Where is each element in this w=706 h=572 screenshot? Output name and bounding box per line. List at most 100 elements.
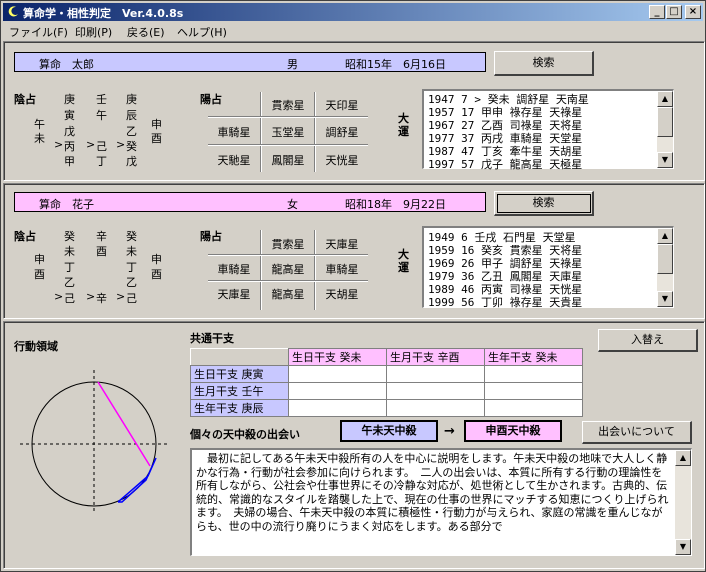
scroll-down-icon[interactable]: ▼	[657, 152, 673, 168]
inzen-cell: 己	[96, 140, 107, 153]
inzen-cell: 癸	[64, 230, 75, 243]
person2-taiun-list[interactable]: 1949 6 壬戌 石門星 天堂星 1959 16 癸亥 貫索星 天将星 196…	[422, 226, 674, 310]
inzen-cell: 辛	[96, 292, 107, 305]
close-button[interactable]: ×	[685, 5, 701, 19]
person2-inzen-label: 陰占	[14, 230, 36, 243]
inzen-mark: >	[54, 138, 64, 151]
inzen-mark: >	[116, 290, 126, 303]
app-icon	[8, 6, 18, 17]
minimize-button[interactable]: _	[649, 5, 665, 19]
table-row-header: 生日干支 庚寅	[190, 365, 289, 383]
table-header: 生月干支 辛酉	[386, 348, 485, 366]
yosen-cell: 車騎星	[325, 263, 359, 276]
yosen-cell: 天庫星	[325, 238, 359, 251]
person2-birth: 昭和18年 9月22日	[345, 198, 446, 211]
arrow-icon: →	[444, 424, 455, 439]
menu-back[interactable]: 戻る(E)	[127, 24, 165, 40]
menu-print[interactable]: 印刷(P)	[75, 24, 112, 40]
about-meeting-button[interactable]: 出会いについて	[582, 421, 692, 444]
person1-info-bar: 算命 太郎 男 昭和15年 6月16日	[14, 52, 486, 72]
inzen-cell: 乙	[64, 276, 75, 289]
inzen-cell: 丁	[126, 261, 137, 274]
kyotsu-kanshi-table: 生日干支 癸未 生月干支 辛酉 生年干支 癸未 生日干支 庚寅 生月干支 壬午 …	[190, 348, 583, 417]
person1-taiun-scrollbar[interactable]: ▲ ▼	[657, 91, 673, 168]
inzen-cell: 庚	[64, 93, 75, 106]
yosen-cell: 天胡星	[325, 288, 359, 301]
inzen-cell: 丁	[64, 261, 75, 274]
scroll-down-icon[interactable]: ▼	[675, 539, 691, 555]
description-scrollbar[interactable]: ▲ ▼	[675, 450, 691, 555]
scroll-up-icon[interactable]: ▲	[675, 450, 691, 466]
window-title: 算命学・相性判定 Ver.4.0.8s	[23, 7, 184, 20]
kyotsu-kanshi-label: 共通干支	[190, 332, 234, 345]
inzen-cell: 未	[126, 245, 137, 258]
person1-taiun-list[interactable]: 1947 7 > 癸未 調舒星 天南星 1957 17 甲申 祿存星 天祿星 1…	[422, 89, 674, 172]
person1-panel: 算命 太郎 男 昭和15年 6月16日 検索 陰占 午 未 庚 寅 戊 > 丙 …	[3, 41, 705, 181]
inzen-cell: 申	[151, 253, 162, 266]
title-bar[interactable]: 算命学・相性判定 Ver.4.0.8s _ □ ×	[3, 3, 703, 21]
yosen-cell: 調舒星	[325, 126, 359, 139]
list-item[interactable]: 1999 56 丁卯 祿存星 天貴星	[428, 294, 582, 310]
main-window: 算命学・相性判定 Ver.4.0.8s _ □ × ファイル(F) 印刷(P) …	[0, 0, 706, 572]
yosen-cell: 鳳閣星	[271, 154, 305, 167]
inzen-cell: 己	[126, 292, 137, 305]
inzen-cell: 戊	[64, 125, 75, 138]
inzen-cell: 申	[34, 253, 45, 266]
inzen-cell: 午	[96, 109, 107, 122]
scroll-thumb[interactable]	[657, 244, 673, 274]
table-header: 生年干支 癸未	[484, 348, 583, 366]
person2-panel: 算命 花子 女 昭和18年 9月22日 検索 陰占 申 酉 癸 未 丁 乙 > …	[3, 183, 705, 319]
yosen-cell: 天恍星	[325, 154, 359, 167]
person1-search-button[interactable]: 検索	[494, 51, 594, 76]
menu-file[interactable]: ファイル(F)	[9, 24, 68, 40]
scroll-up-icon[interactable]: ▲	[657, 228, 673, 244]
inzen-cell: 癸	[126, 140, 137, 153]
swap-button[interactable]: 入替え	[598, 329, 698, 352]
tenchusatsu-person2: 申酉天中殺	[464, 420, 562, 442]
inzen-mark: >	[54, 290, 64, 303]
yosen-cell: 天庫星	[217, 288, 251, 301]
person1-yosen-label: 陽占	[200, 93, 222, 106]
menu-help[interactable]: ヘルプ(H)	[177, 24, 227, 40]
person1-birth: 昭和15年 6月16日	[345, 58, 446, 71]
scroll-down-icon[interactable]: ▼	[657, 291, 673, 307]
person2-taiun-label: 大運	[398, 248, 409, 274]
inzen-cell: 未	[34, 132, 45, 145]
inzen-cell: 己	[64, 292, 75, 305]
maximize-button[interactable]: □	[666, 5, 682, 19]
table-row-header: 生年干支 庚辰	[190, 399, 289, 417]
person1-name: 算命 太郎	[39, 58, 94, 71]
inzen-cell: 丁	[96, 155, 107, 168]
person2-taiun-scrollbar[interactable]: ▲ ▼	[657, 228, 673, 307]
description-textarea[interactable]: 最初に記してある午未天中殺所有の人を中心に説明をします。午未天中殺の地味で大人し…	[190, 448, 692, 556]
inzen-cell: 甲	[64, 155, 75, 168]
table-row-header: 生月干支 壬午	[190, 382, 289, 400]
tenchusatsu-label: 個々の天中殺の出会い	[190, 428, 300, 441]
yosen-cell: 玉堂星	[271, 126, 305, 139]
inzen-cell: 丙	[64, 140, 75, 153]
table-header: 生日干支 癸未	[288, 348, 387, 366]
person2-name: 算命 花子	[39, 198, 94, 211]
inzen-cell: 庚	[126, 93, 137, 106]
list-item[interactable]: 1997 57 戊子 龍高星 天極星	[428, 156, 582, 172]
yosen-cell: 天印星	[325, 99, 359, 112]
inzen-mark: >	[116, 138, 126, 151]
inzen-mark: >	[86, 290, 96, 303]
person1-taiun-label: 大運	[398, 112, 409, 138]
description-text: 最初に記してある午未天中殺所有の人を中心に説明をします。午未天中殺の地味で大人し…	[196, 452, 669, 533]
inzen-cell: 乙	[126, 276, 137, 289]
inzen-cell: 癸	[126, 230, 137, 243]
person2-yosen-label: 陽占	[200, 230, 222, 243]
person1-inzen-label: 陰占	[14, 93, 36, 106]
inzen-cell: 寅	[64, 109, 75, 122]
yosen-cell: 龍高星	[271, 288, 305, 301]
person1-gender: 男	[287, 58, 298, 71]
inzen-cell: 乙	[126, 125, 137, 138]
scroll-up-icon[interactable]: ▲	[657, 91, 673, 107]
scroll-thumb[interactable]	[657, 107, 673, 137]
inzen-cell: 未	[64, 245, 75, 258]
inzen-cell: 戊	[126, 155, 137, 168]
inzen-cell: 壬	[96, 93, 107, 106]
person2-search-button[interactable]: 検索	[494, 191, 594, 216]
action-area-label: 行動領域	[14, 340, 58, 353]
